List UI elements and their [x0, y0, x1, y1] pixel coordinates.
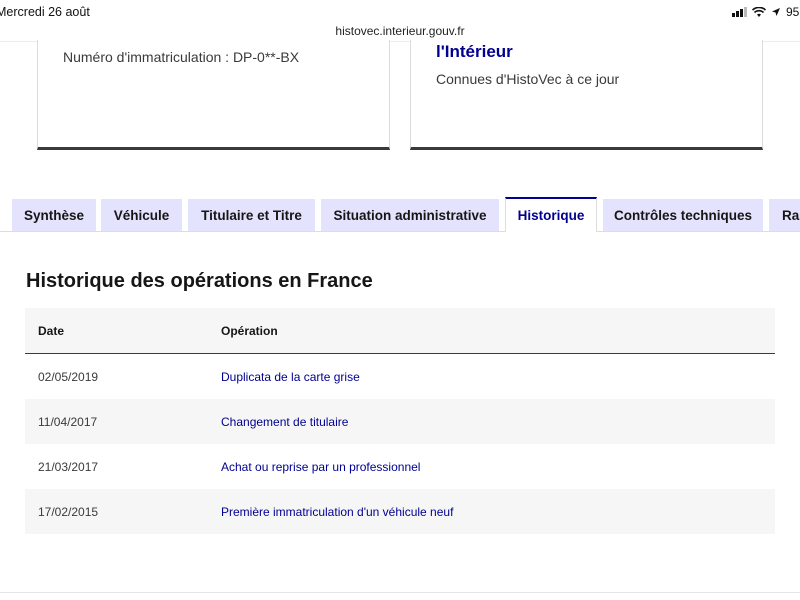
source-card: l'Intérieur Connues d'HistoVec à ce jour	[410, 40, 763, 150]
tab-controles-techniques[interactable]: Contrôles techniques	[603, 199, 763, 231]
table-row: 11/04/2017 Changement de titulaire	[25, 399, 775, 444]
tab-historique[interactable]: Historique	[505, 197, 597, 232]
signal-icon	[732, 7, 747, 17]
row-operation: Duplicata de la carte grise	[221, 369, 360, 384]
location-icon	[771, 7, 781, 17]
tab-titulaire-titre[interactable]: Titulaire et Titre	[188, 199, 315, 231]
url-text: histovec.interieur.gouv.fr	[335, 24, 465, 38]
row-date: 21/03/2017	[38, 459, 99, 474]
table-row: 21/03/2017 Achat ou reprise par un profe…	[25, 444, 775, 489]
footer-divider	[0, 592, 800, 593]
registration-number: Numéro d'immatriculation : DP-0**-BX	[63, 49, 300, 65]
wifi-icon	[752, 6, 766, 18]
source-card-subtitle: Connues d'HistoVec à ce jour	[436, 71, 620, 87]
tab-vehicule[interactable]: Véhicule	[101, 199, 182, 231]
section-title: Historique des opérations en France	[26, 270, 373, 292]
address-bar[interactable]: histovec.interieur.gouv.fr	[0, 22, 800, 42]
row-date: 02/05/2019	[38, 369, 99, 384]
row-operation: Changement de titulaire	[221, 414, 349, 429]
table-header: Date Opération	[25, 308, 775, 354]
row-operation: Première immatriculation d'un véhicule n…	[221, 504, 454, 519]
column-header-operation: Opération	[221, 323, 278, 338]
status-bar: Mercredi 26 août 95	[0, 0, 800, 22]
history-table: Date Opération 02/05/2019 Duplicata de l…	[25, 308, 775, 534]
row-date: 17/02/2015	[38, 504, 99, 519]
table-row: 02/05/2019 Duplicata de la carte grise	[25, 354, 775, 399]
tab-bar: Synthèse Véhicule Titulaire et Titre Sit…	[0, 197, 800, 233]
page: Mercredi 26 août 95 histovec.interieur.g…	[0, 0, 800, 600]
tab-situation-administrative[interactable]: Situation administrative	[321, 199, 499, 231]
row-operation: Achat ou reprise par un professionnel	[221, 459, 421, 474]
registration-card: Numéro d'immatriculation : DP-0**-BX	[37, 40, 390, 150]
column-header-date: Date	[38, 323, 65, 338]
tab-synthese[interactable]: Synthèse	[12, 199, 96, 231]
tab-rapport[interactable]: Rap	[769, 199, 800, 231]
row-date: 11/04/2017	[38, 414, 98, 429]
battery-percent: 95	[786, 5, 800, 19]
status-icons: 95	[732, 5, 800, 19]
status-time: Mercredi 26 août	[0, 5, 90, 19]
source-card-title: l'Intérieur	[436, 42, 513, 61]
table-row: 17/02/2015 Première immatriculation d'un…	[25, 489, 775, 534]
